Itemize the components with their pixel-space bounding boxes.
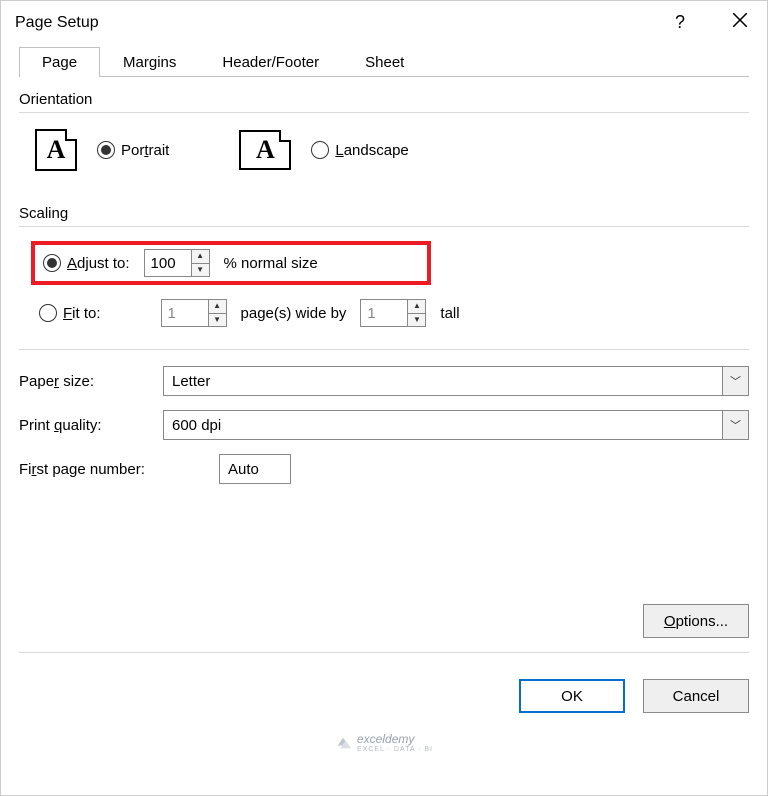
chevron-down-icon[interactable]: ﹀ [722,411,748,439]
radio-icon [39,304,57,322]
adjust-to-input[interactable] [145,250,191,276]
paper-size-label: Paper size: [19,373,153,390]
fit-tall-input[interactable] [361,300,407,326]
fit-tall-spinner[interactable]: ▲ ▼ [360,299,426,327]
landscape-radio[interactable]: Landscape [311,141,408,159]
chevron-down-icon[interactable]: ﹀ [722,367,748,395]
tab-headerfooter[interactable]: Header/Footer [199,47,342,77]
footer-buttons: OK Cancel [1,667,767,717]
spinner-down-icon[interactable]: ▼ [209,314,226,327]
adjust-to-spinner[interactable]: ▲ ▼ [144,249,210,277]
divider [19,349,749,350]
fit-to-radio[interactable]: Fit to: [39,304,101,322]
window-controls: ? [667,11,753,34]
adjust-to-suffix: % normal size [224,255,318,272]
dialog-content: Page Margins Header/Footer Sheet Orienta… [1,42,767,667]
spinner-down-icon[interactable]: ▼ [192,264,209,277]
first-page-number-label: First page number: [19,461,209,478]
spinner-arrows[interactable]: ▲ ▼ [407,300,425,326]
fit-to-label: Fit to: [63,305,101,322]
print-quality-row: Print quality: 600 dpi ﹀ [19,410,749,440]
help-button[interactable]: ? [667,12,693,33]
adjust-to-label: Adjust to: [67,255,130,272]
landscape-label: Landscape [335,142,408,159]
first-page-number-input[interactable]: Auto [219,454,291,484]
spinner-up-icon[interactable]: ▲ [209,300,226,314]
spinner-arrows[interactable]: ▲ ▼ [208,300,226,326]
paper-size-combo[interactable]: Letter ﹀ [163,366,749,396]
orientation-group-label: Orientation [19,91,749,108]
orientation-row: A Portrait A Landscape [19,123,749,181]
paper-size-row: Paper size: Letter ﹀ [19,366,749,396]
adjust-to-radio[interactable]: Adjust to: [43,254,130,272]
spinner-up-icon[interactable]: ▲ [408,300,425,314]
watermark-icon [335,735,351,751]
window-title: Page Setup [15,14,99,32]
portrait-page-icon: A [35,129,77,171]
radio-icon [43,254,61,272]
radio-icon [97,141,115,159]
ok-button[interactable]: OK [519,679,625,713]
fit-wide-spinner[interactable]: ▲ ▼ [161,299,227,327]
close-button[interactable] [727,11,753,34]
tab-sheet[interactable]: Sheet [342,47,427,77]
title-bar: Page Setup ? [1,1,767,42]
first-page-number-row: First page number: Auto [19,454,749,484]
scaling-block: Adjust to: ▲ ▼ % normal size Fit to: [19,237,749,331]
spinner-arrows[interactable]: ▲ ▼ [191,250,209,276]
options-button[interactable]: Options... [643,604,749,638]
fit-to-row: Fit to: ▲ ▼ page(s) wide by ▲ ▼ tall [31,295,749,331]
spinner-up-icon[interactable]: ▲ [192,250,209,264]
divider [19,652,749,653]
portrait-radio[interactable]: Portrait [97,141,169,159]
tab-page[interactable]: Page [19,47,100,77]
spinner-down-icon[interactable]: ▼ [408,314,425,327]
close-icon [731,11,749,29]
fit-to-tall-suffix: tall [440,305,459,322]
radio-icon [311,141,329,159]
scaling-group-label: Scaling [19,205,749,222]
paper-size-value: Letter [164,367,722,395]
print-quality-value: 600 dpi [164,411,722,439]
divider [19,112,749,113]
tab-bar: Page Margins Header/Footer Sheet [19,46,749,77]
options-row: Options... [19,604,749,638]
adjust-to-highlight: Adjust to: ▲ ▼ % normal size [31,241,431,285]
print-quality-combo[interactable]: 600 dpi ﹀ [163,410,749,440]
landscape-page-icon: A [239,130,291,170]
print-quality-label: Print quality: [19,417,153,434]
divider [19,226,749,227]
fit-wide-input[interactable] [162,300,208,326]
portrait-label: Portrait [121,142,169,159]
cancel-button[interactable]: Cancel [643,679,749,713]
fit-to-mid-label: page(s) wide by [241,305,347,322]
watermark: exceldemy EXCEL · DATA · BI [335,732,433,753]
tab-margins[interactable]: Margins [100,47,199,77]
